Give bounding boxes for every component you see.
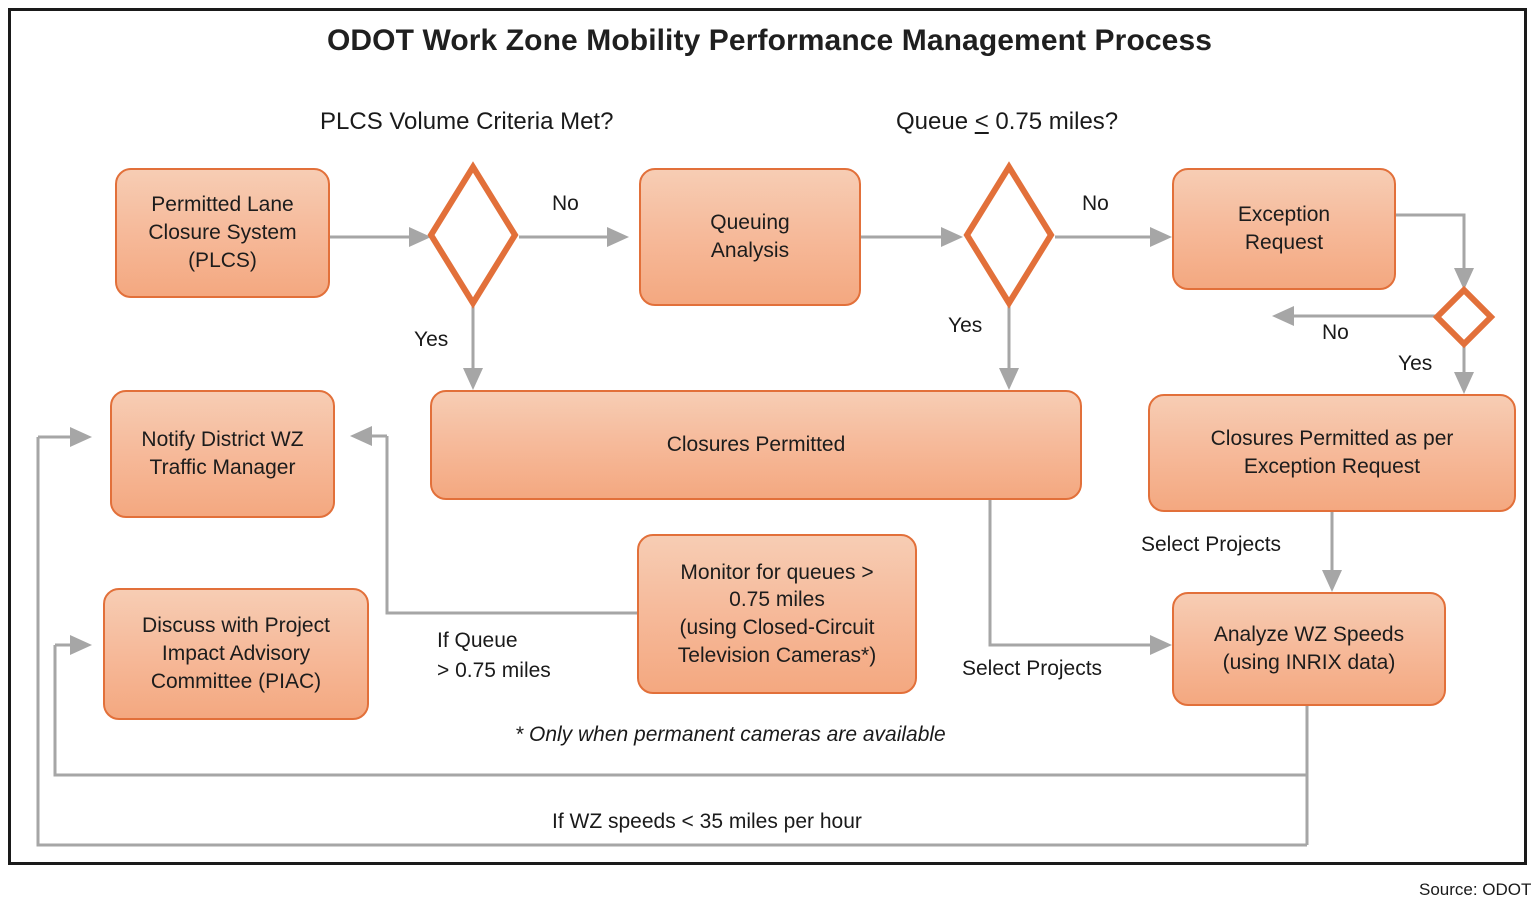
node-plcs[interactable]: Permitted Lane Closure System (PLCS) <box>115 168 330 298</box>
node-queuing-analysis[interactable]: Queuing Analysis <box>639 168 861 306</box>
decision-exception-approved[interactable] <box>1432 285 1496 349</box>
node-closures-permitted-exception[interactable]: Closures Permitted as per Exception Reque… <box>1148 394 1516 512</box>
footnote-cameras: * Only when permanent cameras are availa… <box>515 723 946 746</box>
decision2-question-post: 0.75 miles? <box>988 108 1119 135</box>
edge-label-yes-2: Yes <box>948 314 983 337</box>
decision1-question: PLCS Volume Criteria Met? <box>320 108 614 135</box>
source-attribution: Source: ODOT <box>1419 880 1532 899</box>
edge-label-if-wz-speeds: If WZ speeds < 35 miles per hour <box>552 810 862 833</box>
edge-label-yes-1: Yes <box>414 328 449 351</box>
edge-label-select-projects-right: Select Projects <box>1141 533 1282 556</box>
diagram-canvas: ODOT Work Zone Mobility Performance Mana… <box>0 0 1539 915</box>
node-discuss-piac[interactable]: Discuss with Project Impact Advisory Commi… <box>103 588 369 720</box>
node-analyze-wz-speeds[interactable]: Analyze WZ Speeds (using INRIX data) <box>1172 592 1446 706</box>
edge-label-if-queue: If Queue > 0.75 miles <box>437 629 551 683</box>
node-monitor-queues[interactable]: Monitor for queues >0.75 miles (using Clo… <box>637 534 917 694</box>
decision-plcs-volume-criteria[interactable] <box>427 161 519 309</box>
decision2-question-pre: Queue <box>896 108 975 135</box>
edge-label-no-3: No <box>1322 321 1349 344</box>
node-notify-district-wz-traffic-manager[interactable]: Notify District WZ Traffic Manager <box>110 390 335 518</box>
decision2-question: Queue < 0.75 miles? <box>896 108 1118 136</box>
node-exception-request[interactable]: Exception Request <box>1172 168 1396 290</box>
less-than-or-equal-symbol: < <box>974 108 989 135</box>
edge-label-select-projects-mid: Select Projects <box>962 657 1103 680</box>
decision-queue-length[interactable] <box>963 161 1055 309</box>
edge-label-yes-3: Yes <box>1398 352 1433 375</box>
edge-label-no-1: No <box>552 192 579 215</box>
edge-label-no-2: No <box>1082 192 1109 215</box>
page-title: ODOT Work Zone Mobility Performance Mana… <box>326 24 1213 57</box>
node-closures-permitted[interactable]: Closures Permitted <box>430 390 1082 500</box>
